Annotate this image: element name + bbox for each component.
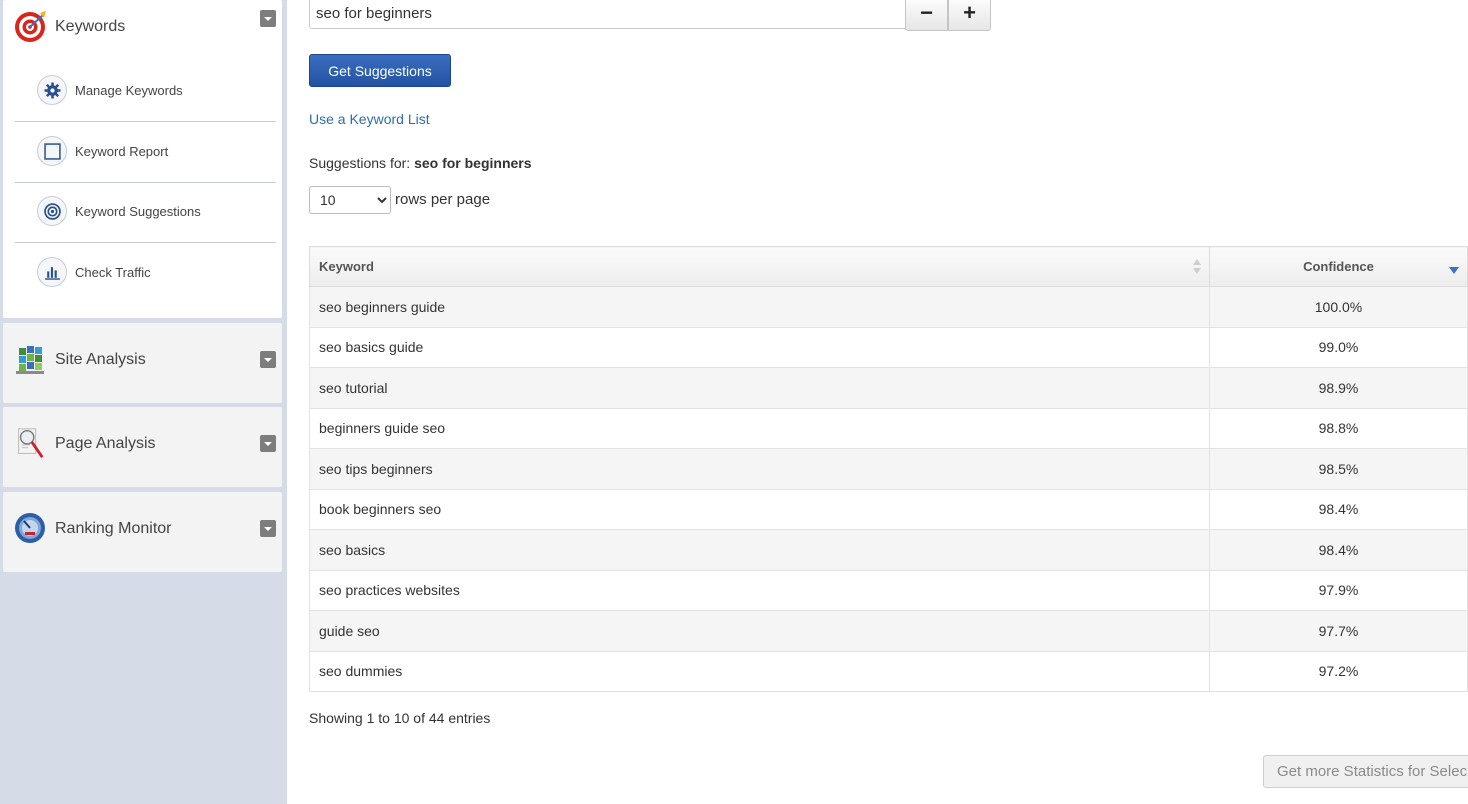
sidebar-item-check-traffic[interactable]: Check Traffic [15, 243, 276, 303]
target-icon [15, 11, 46, 42]
bullseye-icon [44, 203, 61, 220]
square-icon-wrap [37, 136, 67, 166]
keywords-collapse-button[interactable] [260, 10, 276, 27]
add-keyword-button[interactable]: + [948, 0, 991, 31]
bar-chart-icon-wrap [37, 257, 67, 287]
blocks-icon [16, 346, 44, 374]
gear-icon [44, 82, 61, 99]
sidebar-item-keyword-report[interactable]: Keyword Report [15, 122, 276, 183]
keyword-cell: seo beginners guide [309, 286, 1210, 328]
keyword-cell: seo tutorial [309, 367, 1210, 409]
confidence-cell: 97.7% [1209, 610, 1468, 652]
magnifier-icon [18, 428, 44, 458]
page-analysis-collapse-button[interactable] [260, 435, 276, 452]
sidebar-item-label: Manage Keywords [75, 83, 183, 98]
keywords-panel-title: Keywords [55, 18, 126, 35]
suggestions-for-label: Suggestions for: seo for beginners [309, 155, 532, 171]
bullseye-icon-wrap [37, 196, 67, 226]
confidence-column-header[interactable]: Confidence [1209, 246, 1468, 287]
suggestions-term: seo for beginners [414, 155, 532, 171]
table-info-text: Showing 1 to 10 of 44 entries [309, 710, 491, 726]
use-keyword-list-link[interactable]: Use a Keyword List [309, 111, 430, 127]
table-row[interactable]: seo tutorial 98.9% [309, 367, 1468, 409]
keyword-cell: book beginners seo [309, 488, 1210, 530]
keyword-cell: seo practices websites [309, 569, 1210, 611]
table-row[interactable]: seo practices websites 97.9% [309, 569, 1468, 611]
gauge-icon [15, 513, 45, 543]
sidebar-item-manage-keywords[interactable]: Manage Keywords [15, 61, 276, 122]
gear-icon-wrap [37, 75, 67, 105]
remove-keyword-button[interactable]: − [905, 0, 948, 31]
confidence-cell: 97.9% [1209, 569, 1468, 611]
sort-desc-icon [1449, 267, 1459, 274]
keyword-cell: beginners guide seo [309, 407, 1210, 449]
sidebar: Keywords Manage Keywords Keyword Report … [0, 0, 287, 804]
rows-per-page-select[interactable]: 10 [309, 186, 391, 214]
table-row[interactable]: seo dummies 97.2% [309, 650, 1468, 692]
bar-chart-icon [45, 267, 60, 280]
keyword-cell: seo basics [309, 529, 1210, 571]
confidence-cell: 98.4% [1209, 488, 1468, 530]
sort-icon [1193, 259, 1201, 275]
ranking-monitor-header[interactable]: Ranking Monitor [3, 492, 282, 548]
keywords-panel: Keywords Manage Keywords Keyword Report … [3, 0, 282, 318]
confidence-cell: 98.5% [1209, 448, 1468, 490]
table-row[interactable]: seo beginners guide 100.0% [309, 286, 1468, 328]
get-more-statistics-button[interactable]: Get more Statistics for Selec [1263, 755, 1468, 788]
keyword-column-header[interactable]: Keyword [309, 246, 1210, 287]
get-suggestions-button[interactable]: Get Suggestions [309, 54, 451, 87]
page-analysis-header[interactable]: Page Analysis [3, 407, 282, 463]
square-icon [44, 143, 61, 160]
suggestions-table: Keyword Confidence seo beginners guide 10… [309, 246, 1468, 692]
table-row[interactable]: guide seo 97.7% [309, 610, 1468, 652]
site-analysis-panel[interactable]: Site Analysis [3, 323, 282, 403]
table-row[interactable]: book beginners seo 98.4% [309, 488, 1468, 530]
ranking-monitor-title: Ranking Monitor [55, 520, 172, 537]
confidence-cell: 100.0% [1209, 286, 1468, 328]
sidebar-item-label: Check Traffic [75, 265, 151, 280]
keyword-cell: seo dummies [309, 650, 1210, 692]
ranking-monitor-panel[interactable]: Ranking Monitor [3, 492, 282, 572]
confidence-cell: 97.2% [1209, 650, 1468, 692]
confidence-header-label: Confidence [1303, 259, 1374, 274]
table-row[interactable]: seo basics 98.4% [309, 529, 1468, 571]
suggestions-prefix: Suggestions for: [309, 155, 415, 171]
keywords-panel-header[interactable]: Keywords [3, 0, 282, 56]
keyword-cell: seo basics guide [309, 326, 1210, 368]
confidence-cell: 98.9% [1209, 367, 1468, 409]
keyword-cell: guide seo [309, 610, 1210, 652]
table-row[interactable]: seo tips beginners 98.5% [309, 448, 1468, 490]
table-row[interactable]: beginners guide seo 98.8% [309, 407, 1468, 449]
table-row[interactable]: seo basics guide 99.0% [309, 326, 1468, 368]
ranking-monitor-collapse-button[interactable] [260, 520, 276, 537]
page-analysis-panel[interactable]: Page Analysis [3, 407, 282, 487]
sidebar-item-label: Keyword Report [75, 144, 169, 159]
keyword-cell: seo tips beginners [309, 448, 1210, 490]
keyword-header-label: Keyword [319, 259, 374, 274]
main-content: − + Get Suggestions Use a Keyword List S… [287, 0, 1468, 804]
confidence-cell: 98.4% [1209, 529, 1468, 571]
site-analysis-title: Site Analysis [55, 351, 146, 368]
sidebar-item-label: Keyword Suggestions [75, 204, 201, 219]
keyword-input[interactable] [309, 0, 907, 29]
rows-per-page-label: rows per page [395, 191, 491, 208]
site-analysis-header[interactable]: Site Analysis [3, 323, 282, 379]
sidebar-item-keyword-suggestions[interactable]: Keyword Suggestions [15, 182, 276, 243]
confidence-cell: 98.8% [1209, 407, 1468, 449]
confidence-cell: 99.0% [1209, 326, 1468, 368]
page-analysis-title: Page Analysis [55, 435, 156, 452]
site-analysis-collapse-button[interactable] [260, 351, 276, 368]
